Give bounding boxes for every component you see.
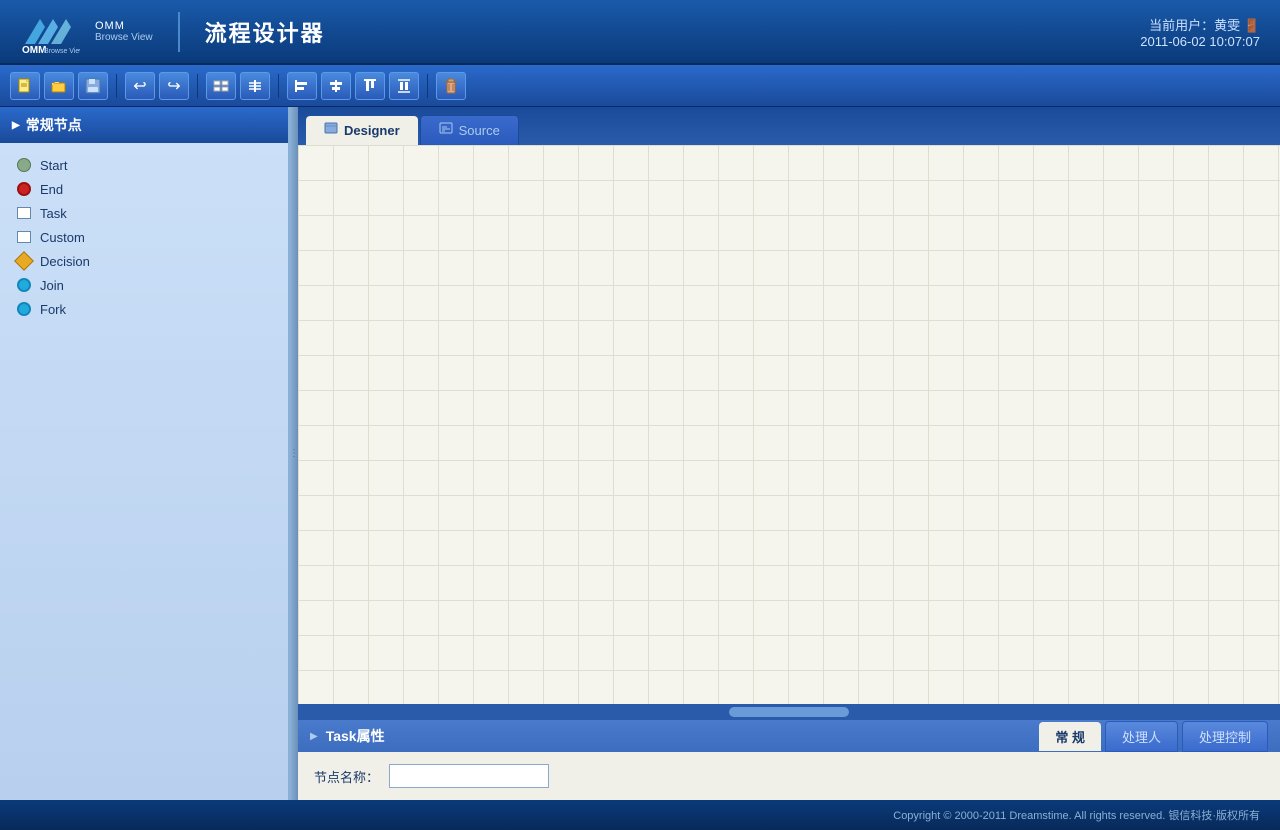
layout1-button[interactable] bbox=[206, 72, 236, 100]
grid-canvas bbox=[298, 145, 1280, 704]
properties-arrow-icon: ▶ bbox=[310, 731, 318, 742]
redo-icon: ↪ bbox=[167, 76, 180, 96]
resize-handle[interactable]: ⋮ bbox=[290, 107, 298, 800]
tabs-bar: Designer Source bbox=[298, 107, 1280, 145]
design-canvas[interactable] bbox=[298, 145, 1280, 704]
decision-node-icon bbox=[16, 253, 32, 269]
node-label-fork: Fork bbox=[40, 302, 66, 317]
sidebar-title: 常规节点 bbox=[26, 115, 82, 135]
logo-area: OMM Browse View OMM Browse View 流程设计器 bbox=[20, 9, 325, 54]
logo-omm: OMM bbox=[95, 20, 153, 32]
node-label-end: End bbox=[40, 182, 63, 197]
delete-button[interactable] bbox=[436, 72, 466, 100]
prop-tab-control[interactable]: 处理控制 bbox=[1182, 721, 1268, 752]
node-name-input[interactable] bbox=[389, 764, 549, 788]
align-distribute-button[interactable] bbox=[389, 72, 419, 100]
main: ▶ 常规节点 Start End Task Custom Decisio bbox=[0, 107, 1280, 800]
tab-source[interactable]: Source bbox=[420, 115, 519, 145]
horizontal-scrollbar[interactable] bbox=[298, 704, 1280, 720]
logout-icon[interactable]: 🚪 bbox=[1244, 18, 1260, 33]
svg-text:OMM: OMM bbox=[22, 45, 46, 54]
align-left-button[interactable] bbox=[287, 72, 317, 100]
align-center-button[interactable] bbox=[321, 72, 351, 100]
undo-button[interactable]: ↩ bbox=[125, 72, 155, 100]
node-item-custom[interactable]: Custom bbox=[8, 225, 280, 249]
node-item-task[interactable]: Task bbox=[8, 201, 280, 225]
footer-text: Copyright © 2000-2011 Dreamstime. All ri… bbox=[893, 807, 1260, 823]
node-label-join: Join bbox=[40, 278, 64, 293]
open-button[interactable] bbox=[44, 72, 74, 100]
tab-designer-label: Designer bbox=[344, 123, 400, 138]
node-label-task: Task bbox=[40, 206, 67, 221]
sidebar-items: Start End Task Custom Decision Join bbox=[0, 143, 288, 800]
properties-tabs: 常 规 处理人 处理控制 bbox=[1027, 721, 1280, 752]
node-item-start[interactable]: Start bbox=[8, 153, 280, 177]
align-top-button[interactable] bbox=[355, 72, 385, 100]
join-node-icon bbox=[16, 277, 32, 293]
sep4 bbox=[427, 74, 428, 98]
fork-node-icon bbox=[16, 301, 32, 317]
node-label-custom: Custom bbox=[40, 230, 85, 245]
logo-icon: OMM Browse View bbox=[20, 9, 80, 54]
node-item-end[interactable]: End bbox=[8, 177, 280, 201]
scrollbar-thumb[interactable] bbox=[729, 707, 849, 717]
layout2-button[interactable] bbox=[240, 72, 270, 100]
node-label-decision: Decision bbox=[40, 254, 90, 269]
end-node-icon bbox=[16, 181, 32, 197]
tab-designer[interactable]: Designer bbox=[306, 116, 418, 145]
properties-title: Task属性 bbox=[326, 726, 385, 746]
designer-tab-icon bbox=[324, 122, 338, 139]
prop-tab-normal[interactable]: 常 规 bbox=[1039, 722, 1101, 751]
header: OMM Browse View OMM Browse View 流程设计器 当前… bbox=[0, 0, 1280, 65]
sep1 bbox=[116, 74, 117, 98]
new-button[interactable] bbox=[10, 72, 40, 100]
prop-tab-handler[interactable]: 处理人 bbox=[1105, 721, 1178, 752]
app-title: 流程设计器 bbox=[205, 16, 325, 48]
node-item-fork[interactable]: Fork bbox=[8, 297, 280, 321]
tab-source-label: Source bbox=[459, 123, 500, 138]
properties-content: 节点名称： bbox=[298, 752, 1280, 800]
sep3 bbox=[278, 74, 279, 98]
properties-header: ▶ Task属性 bbox=[298, 720, 397, 752]
sidebar-header: ▶ 常规节点 bbox=[0, 107, 288, 143]
svg-text:Browse View: Browse View bbox=[44, 48, 80, 54]
node-item-decision[interactable]: Decision bbox=[8, 249, 280, 273]
sidebar: ▶ 常规节点 Start End Task Custom Decisio bbox=[0, 107, 290, 800]
logo-subtext: Browse View bbox=[95, 32, 153, 43]
properties-panel: ▶ Task属性 常 规 处理人 处理控制 节点名称： bbox=[298, 720, 1280, 800]
node-label-start: Start bbox=[40, 158, 67, 173]
toolbar: ↩ ↪ bbox=[0, 65, 1280, 107]
datetime: 2011-06-02 10:07:07 bbox=[1140, 34, 1260, 49]
source-tab-icon bbox=[439, 122, 453, 139]
node-item-join[interactable]: Join bbox=[8, 273, 280, 297]
save-button[interactable] bbox=[78, 72, 108, 100]
start-node-icon bbox=[16, 157, 32, 173]
footer: Copyright © 2000-2011 Dreamstime. All ri… bbox=[0, 800, 1280, 830]
custom-node-icon bbox=[16, 229, 32, 245]
sidebar-arrow-icon: ▶ bbox=[12, 120, 20, 131]
user-info: 当前用户：黄雯 🚪 2011-06-02 10:07:07 bbox=[1140, 15, 1260, 49]
canvas-area: Designer Source ▶ Task属性 bbox=[298, 107, 1280, 800]
task-node-icon bbox=[16, 205, 32, 221]
redo-button[interactable]: ↪ bbox=[159, 72, 189, 100]
user-label: 当前用户：黄雯 🚪 bbox=[1140, 15, 1260, 34]
sep2 bbox=[197, 74, 198, 98]
undo-icon: ↩ bbox=[133, 76, 146, 96]
node-name-label: 节点名称： bbox=[314, 767, 379, 786]
